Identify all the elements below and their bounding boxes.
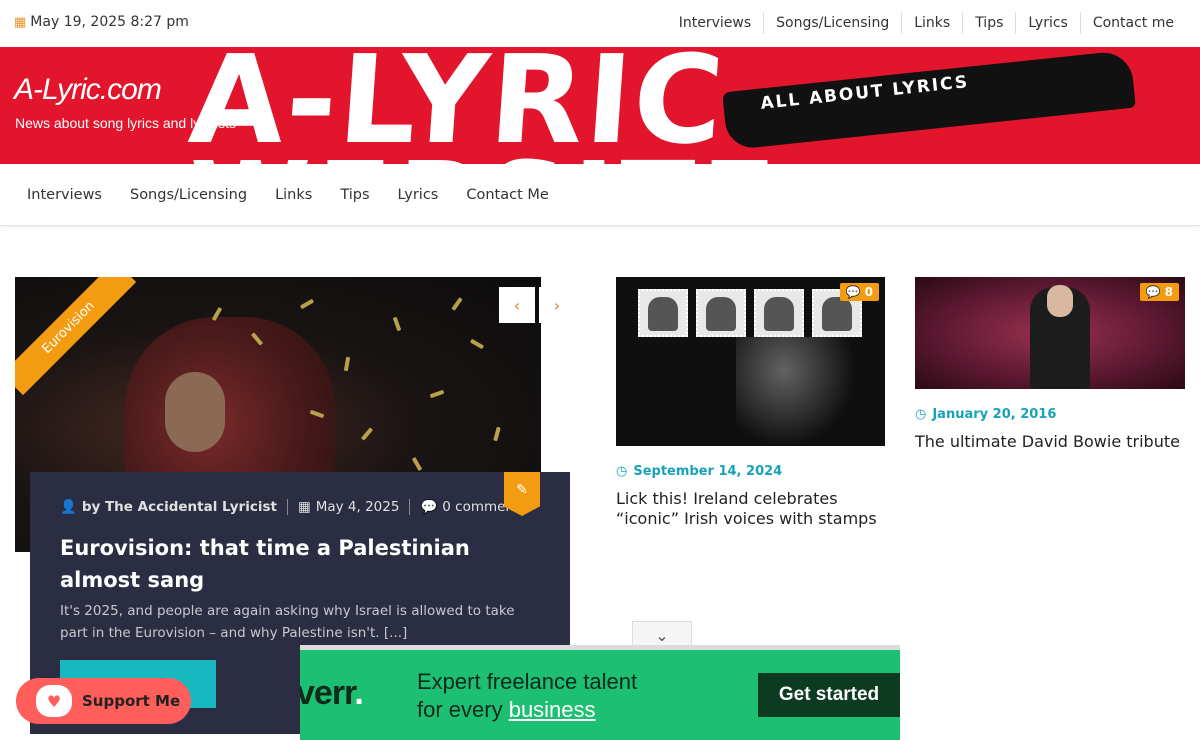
current-date: ▦ May 19, 2025 8:27 pm xyxy=(14,14,189,30)
comments-icon: 💬 xyxy=(845,285,861,299)
user-icon: 👤 xyxy=(60,499,77,515)
site-tagline: News about song lyrics and lyricists xyxy=(15,115,236,131)
stamp-image xyxy=(754,289,804,337)
top-nav: Interviews Songs/Licensing Links Tips Ly… xyxy=(667,12,1186,34)
top-nav-songs-licensing[interactable]: Songs/Licensing xyxy=(763,12,901,34)
main-nav: Interviews Songs/Licensing Links Tips Ly… xyxy=(0,164,1200,226)
article-thumbnail-bowie[interactable]: 💬 8 xyxy=(915,277,1185,389)
advertisement-banner[interactable]: verr. Expert freelance talent for every … xyxy=(300,645,900,740)
ad-headline: Expert freelance talent for every busine… xyxy=(417,668,637,724)
post-date: ▦ May 4, 2025 xyxy=(286,499,410,515)
article-title[interactable]: The ultimate David Bowie tribute xyxy=(915,432,1185,452)
support-me-label: Support Me xyxy=(82,692,181,710)
main-nav-interviews[interactable]: Interviews xyxy=(13,187,116,203)
current-date-text: May 19, 2025 8:27 pm xyxy=(30,14,189,30)
comments-icon: 💬 xyxy=(1145,285,1161,299)
comment-count-badge[interactable]: 💬 8 xyxy=(1139,283,1179,301)
comment-count: 8 xyxy=(1164,285,1173,299)
article-date-text: September 14, 2024 xyxy=(633,464,783,479)
chevron-down-icon: ⌄ xyxy=(655,626,669,645)
site-title[interactable]: A-Lyric.com xyxy=(14,73,162,107)
comment-count-badge[interactable]: 💬 0 xyxy=(839,283,879,301)
pencil-icon: ✎ xyxy=(516,482,528,498)
top-bar: ▦ May 19, 2025 8:27 pm Interviews Songs/… xyxy=(0,0,1200,47)
stamp-image xyxy=(696,289,746,337)
article-card: 💬 8 ◷ January 20, 2016 The ultimate Davi… xyxy=(915,277,1185,452)
post-meta: 👤 by The Accidental Lyricist ▦ May 4, 20… xyxy=(60,499,536,515)
chevron-left-icon: ‹ xyxy=(513,295,521,315)
top-nav-lyrics[interactable]: Lyrics xyxy=(1015,12,1079,34)
article-date: ◷ January 20, 2016 xyxy=(915,407,1185,422)
ad-headline-line2: for every xyxy=(417,697,509,722)
clock-icon: ◷ xyxy=(616,464,628,479)
header-banner: A-LYRIC WEBSITE ALL ABOUT LYRICS A-Lyric… xyxy=(0,47,1200,164)
calendar-icon: ▦ xyxy=(297,499,311,515)
main-nav-lyrics[interactable]: Lyrics xyxy=(384,187,453,203)
main-nav-links[interactable]: Links xyxy=(261,187,326,203)
slider-prev-button[interactable]: ‹ xyxy=(499,287,535,323)
coffee-cup-icon: ♥ xyxy=(36,685,72,717)
post-author-text: by The Accidental Lyricist xyxy=(81,499,277,515)
article-date: ◷ September 14, 2024 xyxy=(616,464,885,479)
main-nav-contact[interactable]: Contact Me xyxy=(452,187,562,203)
article-card: 💬 0 ◷ September 14, 2024 Lick this! Irel… xyxy=(616,277,885,529)
comments-icon: 💬 xyxy=(420,499,438,515)
spotlight-beam xyxy=(736,337,856,446)
post-excerpt: It's 2025, and people are again asking w… xyxy=(60,603,515,641)
bowie-head xyxy=(1047,285,1073,317)
chevron-right-icon: › xyxy=(553,295,561,315)
stamp-image xyxy=(638,289,688,337)
article-date-text: January 20, 2016 xyxy=(932,407,1057,422)
ad-headline-line1: Expert freelance talent xyxy=(417,669,638,694)
main-nav-tips[interactable]: Tips xyxy=(326,187,383,203)
ad-logo: verr. xyxy=(300,674,364,713)
support-me-button[interactable]: ♥ Support Me xyxy=(16,678,191,724)
clock-icon: ◷ xyxy=(915,407,927,422)
post-author[interactable]: 👤 by The Accidental Lyricist xyxy=(60,499,287,515)
top-nav-contact[interactable]: Contact me xyxy=(1079,12,1186,34)
post-title[interactable]: Eurovision: that time a Palestinian almo… xyxy=(60,532,540,596)
ad-logo-text: verr xyxy=(300,674,355,712)
top-nav-tips[interactable]: Tips xyxy=(962,12,1015,34)
main-nav-songs-licensing[interactable]: Songs/Licensing xyxy=(116,187,261,203)
ad-get-started-button[interactable]: Get started xyxy=(758,673,900,717)
calendar-icon: ▦ xyxy=(14,14,27,30)
slide-singer-face xyxy=(165,372,225,452)
article-thumbnail-stamps[interactable]: 💬 0 xyxy=(616,277,885,446)
ad-headline-link[interactable]: business xyxy=(509,697,596,722)
post-date-text: May 4, 2025 xyxy=(315,499,400,515)
top-nav-links[interactable]: Links xyxy=(901,12,962,34)
comment-count: 0 xyxy=(864,285,873,299)
article-title[interactable]: Lick this! Ireland celebrates “iconic” I… xyxy=(616,489,885,529)
banner-big-text-2: WEBSITE xyxy=(190,147,783,164)
slider-next-button[interactable]: › xyxy=(539,287,575,323)
top-nav-interviews[interactable]: Interviews xyxy=(667,12,763,34)
